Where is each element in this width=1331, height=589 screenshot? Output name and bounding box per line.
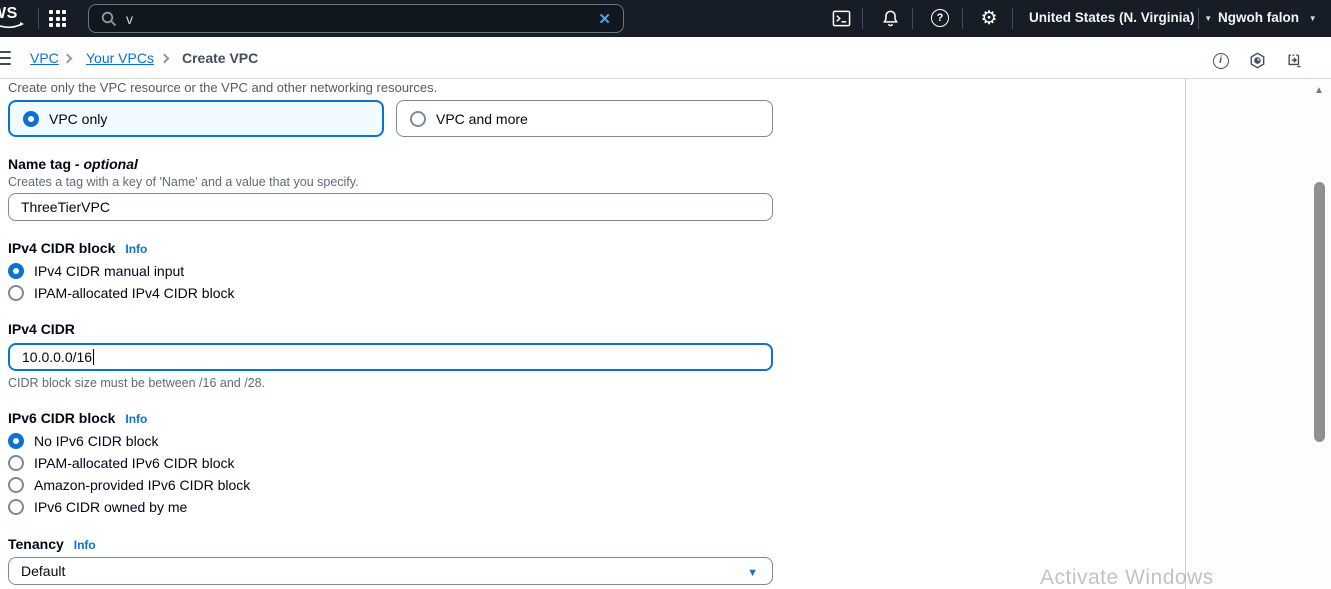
aws-logo-text: WS	[0, 5, 18, 22]
breadcrumb-link-vpc[interactable]: VPC	[30, 50, 59, 66]
ipv4-cidr-block-info-link[interactable]: Info	[125, 242, 147, 256]
name-tag-value: ThreeTierVPC	[21, 199, 110, 215]
select-caret-down-icon: ▼	[747, 567, 758, 579]
radio-no-ipv6[interactable]: No IPv6 CIDR block	[8, 433, 158, 449]
topbar-divider	[1012, 8, 1013, 29]
radio-unselected-icon	[8, 455, 24, 471]
panel-divider	[1185, 79, 1186, 589]
info-panel-icon[interactable]: i	[1212, 52, 1229, 69]
search-input[interactable]: v	[126, 11, 598, 27]
cloudshell-icon[interactable]	[831, 8, 851, 28]
aws-logo-smile-icon	[0, 22, 24, 29]
ipv6-cidr-block-header: IPv6 CIDR block Info	[8, 410, 148, 426]
topbar-divider	[962, 8, 963, 29]
ipv4-cidr-block-header: IPv4 CIDR block Info	[8, 240, 148, 256]
ipv4-cidr-label: IPv4 CIDR	[8, 321, 75, 337]
services-menu-icon[interactable]	[49, 10, 68, 29]
aws-console-create-vpc-page: WS v ✕	[0, 0, 1331, 589]
radio-ipam-allocated-ipv6[interactable]: IPAM-allocated IPv6 CIDR block	[8, 455, 234, 471]
radio-ipam-allocated-ipv4[interactable]: IPAM-allocated IPv4 CIDR block	[8, 285, 234, 301]
scrollbar-thumb[interactable]	[1314, 182, 1325, 442]
radio-ipv4-manual-input[interactable]: IPv4 CIDR manual input	[8, 263, 184, 279]
aws-logo[interactable]: WS	[0, 6, 25, 30]
ipv4-cidr-value: 10.0.0.0/16	[22, 349, 93, 365]
console-search-box[interactable]: v ✕	[88, 4, 624, 33]
account-menu[interactable]: Ngwoh falon ▼	[1218, 10, 1317, 25]
radio-selected-icon	[23, 110, 39, 127]
resources-to-create-description: Create only the VPC resource or the VPC …	[8, 80, 438, 95]
ipv6-cidr-block-info-link[interactable]: Info	[125, 412, 147, 426]
region-label: United States (N. Virginia)	[1029, 10, 1195, 25]
tile-vpc-only[interactable]: VPC only	[8, 100, 384, 137]
chevron-down-icon: ▼	[1308, 14, 1317, 23]
radio-amazon-provided-ipv6[interactable]: Amazon-provided IPv6 CIDR block	[8, 477, 250, 493]
tenancy-header: Tenancy Info	[8, 536, 96, 552]
topbar-divider	[912, 8, 913, 29]
radio-selected-icon	[8, 433, 24, 449]
support-hexagon-icon[interactable]	[1249, 52, 1266, 69]
topbar-divider	[1198, 8, 1199, 29]
help-icon[interactable]: ?	[930, 8, 950, 28]
search-clear-icon[interactable]: ✕	[598, 10, 611, 28]
tenancy-select[interactable]: Default ▼	[8, 557, 773, 585]
region-selector[interactable]: United States (N. Virginia) ▼	[1029, 10, 1212, 25]
radio-unselected-icon	[410, 110, 426, 127]
activate-windows-watermark: Activate Windows	[1040, 566, 1214, 589]
text-cursor	[93, 349, 95, 365]
name-tag-input[interactable]: ThreeTierVPC	[8, 193, 773, 221]
tile-label: VPC only	[49, 110, 108, 127]
breadcrumb-current-page: Create VPC	[182, 50, 259, 66]
tenancy-selected-value: Default	[21, 563, 66, 579]
ipv4-cidr-constraint: CIDR block size must be between /16 and …	[8, 376, 266, 390]
search-icon	[101, 11, 117, 26]
name-tag-description: Creates a tag with a key of 'Name' and a…	[8, 175, 359, 189]
radio-selected-icon	[8, 263, 24, 279]
topbar-divider	[38, 8, 39, 29]
tile-label: VPC and more	[436, 110, 528, 127]
breadcrumb-chevron-icon	[62, 53, 73, 64]
breadcrumb-link-your-vpcs[interactable]: Your VPCs	[86, 50, 154, 66]
radio-unselected-icon	[8, 477, 24, 493]
help-panel-collapsed	[1186, 79, 1331, 589]
breadcrumb-bar: VPC Your VPCs Create VPC i	[0, 37, 1331, 79]
tile-vpc-and-more[interactable]: VPC and more	[396, 100, 773, 137]
name-tag-label: Name tag - optional	[8, 156, 138, 172]
topbar-divider	[862, 8, 863, 29]
scrollbar-up-arrow-icon[interactable]: ▲	[1314, 85, 1324, 96]
console-top-bar: WS v ✕	[0, 0, 1331, 37]
open-side-panel-icon[interactable]	[1287, 52, 1304, 69]
account-name-label: Ngwoh falon	[1218, 10, 1299, 25]
radio-unselected-icon	[8, 499, 24, 515]
tenancy-info-link[interactable]: Info	[74, 538, 96, 552]
hamburger-menu-icon[interactable]	[0, 51, 11, 68]
radio-ipv6-owned-by-me[interactable]: IPv6 CIDR owned by me	[8, 499, 187, 515]
radio-unselected-icon	[8, 285, 24, 301]
ipv4-cidr-input[interactable]: 10.0.0.0/16	[8, 343, 773, 371]
settings-gear-icon[interactable]: ⚙	[979, 8, 999, 28]
breadcrumb-chevron-icon	[159, 53, 170, 64]
create-vpc-form: Create only the VPC resource or the VPC …	[0, 79, 1185, 589]
notifications-bell-icon[interactable]	[880, 8, 900, 28]
scrollbar-track[interactable]: ▲	[1311, 79, 1331, 589]
chevron-down-icon: ▼	[1204, 14, 1213, 23]
